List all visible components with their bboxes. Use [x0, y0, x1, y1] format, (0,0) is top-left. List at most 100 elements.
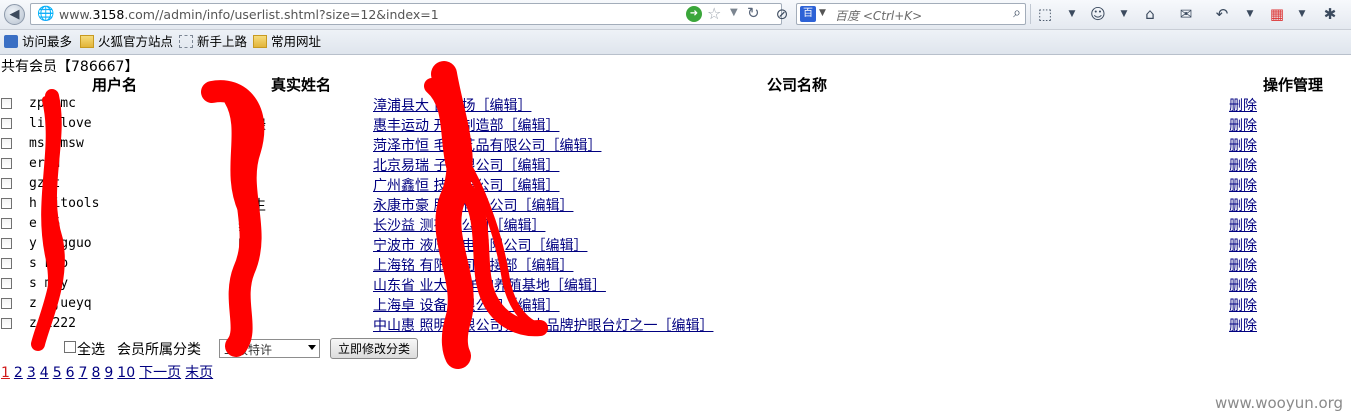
folder-icon — [80, 35, 94, 48]
delete-link[interactable]: 删除 — [1229, 255, 1257, 275]
realname-cell: 华 — [238, 98, 252, 114]
row-checkbox[interactable] — [1, 198, 12, 209]
dropdown-icon[interactable]: ▼ — [1240, 4, 1260, 24]
row-checkbox[interactable] — [1, 98, 12, 109]
delete-link[interactable]: 删除 — [1229, 295, 1257, 315]
row-checkbox[interactable] — [1, 158, 12, 169]
page-link-10[interactable]: 10 — [117, 365, 135, 381]
company-link[interactable]: 宁波市 液压机电有限公司［编辑］ — [373, 235, 587, 255]
company-link[interactable]: 中山惠 照明有限公司，十大品牌护眼台灯之一［编辑］ — [373, 315, 713, 335]
delete-link[interactable]: 删除 — [1229, 315, 1257, 335]
watermark: www.wooyun.org — [1215, 394, 1344, 412]
bookmark-common-sites[interactable]: 常用网址 — [253, 33, 321, 51]
company-link[interactable]: 北京易瑞 子有限公司［编辑］ — [373, 155, 559, 175]
realname-cell: 军 — [238, 138, 252, 154]
bookmark-firefox-site[interactable]: 火狐官方站点 — [80, 33, 173, 51]
category-select[interactable]: 二级特许 — [219, 339, 320, 358]
row-checkbox[interactable] — [1, 238, 12, 249]
history-dropdown-icon[interactable]: ▼ — [730, 7, 738, 18]
bookmark-getting-started[interactable]: 新手上路 — [179, 33, 247, 51]
row-checkbox[interactable] — [1, 278, 12, 289]
page-link-4[interactable]: 4 — [40, 365, 49, 381]
header-actions: 操作管理 — [1263, 76, 1324, 94]
update-category-button[interactable]: 立即修改分类 — [330, 338, 418, 359]
company-link[interactable]: 惠丰运动 开发制造部［编辑］ — [373, 115, 559, 135]
baidu-icon[interactable]: 百 — [800, 6, 816, 22]
dropdown-icon[interactable]: ▼ — [1062, 4, 1082, 24]
page-link-2[interactable]: 2 — [14, 365, 23, 381]
delete-link[interactable]: 删除 — [1229, 95, 1257, 115]
delete-link[interactable]: 删除 — [1229, 135, 1257, 155]
toolbar-divider — [1030, 4, 1031, 24]
company-link[interactable]: 长沙益 测有限公司［编辑］ — [373, 215, 545, 235]
dropdown-icon[interactable]: ▼ — [1292, 4, 1312, 24]
company-link[interactable]: 永康市豪 股份有限公司［编辑］ — [373, 195, 573, 215]
row-checkbox[interactable] — [1, 218, 12, 229]
company-link[interactable]: 菏泽市恒 毛工艺品有限公司［编辑］ — [373, 135, 601, 155]
next-page-link[interactable]: 下一页 — [139, 365, 181, 381]
company-link[interactable]: 漳浦县大 苗木场［编辑］ — [373, 95, 531, 115]
table-row: zp mmc 华 漳浦县大 苗木场［编辑］ 删除 — [0, 94, 1351, 114]
addon-block-icon[interactable]: ⊘ — [772, 4, 792, 24]
row-checkbox[interactable] — [1, 138, 12, 149]
table-row: er u 菊 北京易瑞 子有限公司［编辑］ 删除 — [0, 154, 1351, 174]
address-bar[interactable]: 🌐 www.3158.com//admin/info/userlist.shtm… — [30, 3, 782, 25]
apps-icon[interactable]: ▦ — [1267, 4, 1287, 24]
row-checkbox[interactable] — [1, 178, 12, 189]
row-checkbox[interactable] — [1, 258, 12, 269]
delete-link[interactable]: 删除 — [1229, 115, 1257, 135]
dropdown-icon[interactable]: ▼ — [1114, 4, 1134, 24]
bookmark-star-icon[interactable]: ☆ — [707, 4, 721, 23]
header-company: 公司名称 — [767, 76, 828, 94]
delete-link[interactable]: 删除 — [1229, 275, 1257, 295]
delete-link[interactable]: 删除 — [1229, 195, 1257, 215]
company-link[interactable]: 山东省 业大型 羊驴养殖基地［编辑］ — [373, 275, 606, 295]
delete-link[interactable]: 删除 — [1229, 235, 1257, 255]
page-content: 共有会员【786667】 用户名 真实姓名 公司名称 操作管理 zp mmc 华… — [0, 54, 1351, 413]
last-page-link[interactable]: 末页 — [185, 365, 213, 381]
mail-icon[interactable]: ✉ — [1176, 4, 1196, 24]
search-engine-dropdown-icon[interactable]: ▼ — [819, 8, 826, 18]
addon-face-icon[interactable]: ☺ — [1088, 4, 1108, 24]
company-link[interactable]: 上海卓 设备有限公司［编辑］ — [373, 295, 559, 315]
share-icon[interactable]: ↶ — [1212, 4, 1232, 24]
reload-icon[interactable]: ↻ — [747, 4, 760, 22]
username-cell: s ngp — [29, 256, 69, 271]
row-checkbox[interactable] — [1, 298, 12, 309]
bookmark-most-visited[interactable]: 访问最多 — [4, 33, 72, 51]
company-link[interactable]: 上海铭 有限公司焊接部［编辑］ — [373, 255, 573, 275]
page-link-6[interactable]: 6 — [66, 365, 75, 381]
search-icon[interactable]: ⌕ — [1013, 5, 1021, 21]
row-checkbox[interactable] — [1, 118, 12, 129]
pagination: 1 2 3 4 5 6 7 8 9 10 下一页 末页 — [1, 362, 217, 382]
username-cell: z 1222 — [29, 316, 76, 331]
search-bar[interactable]: 百 ▼ 百度 <Ctrl+K> ⌕ — [796, 3, 1026, 25]
screenshot-tool-icon[interactable]: ⬚ — [1035, 4, 1055, 24]
table-row: s mmy 山东省 业大型 羊驴养殖基地［编辑］ 删除 — [0, 274, 1351, 294]
header-username: 用户名 — [92, 76, 138, 94]
back-button[interactable]: ◀ — [4, 4, 25, 25]
table-row: z ojueyq 上海卓 设备有限公司［编辑］ 删除 — [0, 294, 1351, 314]
page-link-3[interactable]: 3 — [27, 365, 36, 381]
search-placeholder[interactable]: 百度 <Ctrl+K> — [835, 7, 922, 24]
row-checkbox[interactable] — [1, 318, 12, 329]
home-icon[interactable]: ⌂ — [1140, 4, 1160, 24]
bug-icon[interactable]: ✱ — [1320, 4, 1340, 24]
page-link-7[interactable]: 7 — [79, 365, 88, 381]
chevron-down-icon — [308, 345, 316, 350]
delete-link[interactable]: 删除 — [1229, 215, 1257, 235]
delete-link[interactable]: 删除 — [1229, 175, 1257, 195]
delete-link[interactable]: 删除 — [1229, 155, 1257, 175]
select-all-checkbox[interactable] — [64, 341, 76, 353]
username-cell: e 65 — [29, 216, 61, 231]
username-cell: ms wmsw — [29, 136, 84, 151]
page-link-5[interactable]: 5 — [53, 365, 62, 381]
page-link-9[interactable]: 9 — [104, 365, 113, 381]
select-all-label[interactable]: 全选 — [77, 339, 105, 359]
go-arrow-icon[interactable]: ➜ — [686, 6, 702, 22]
company-link[interactable]: 广州鑫恒 技有限公司［编辑］ — [373, 175, 559, 195]
page-link-1[interactable]: 1 — [1, 365, 10, 381]
url-text[interactable]: www.3158.com//admin/info/userlist.shtml?… — [59, 7, 439, 22]
page-link-8[interactable]: 8 — [91, 365, 100, 381]
globe-icon: 🌐 — [37, 6, 55, 22]
